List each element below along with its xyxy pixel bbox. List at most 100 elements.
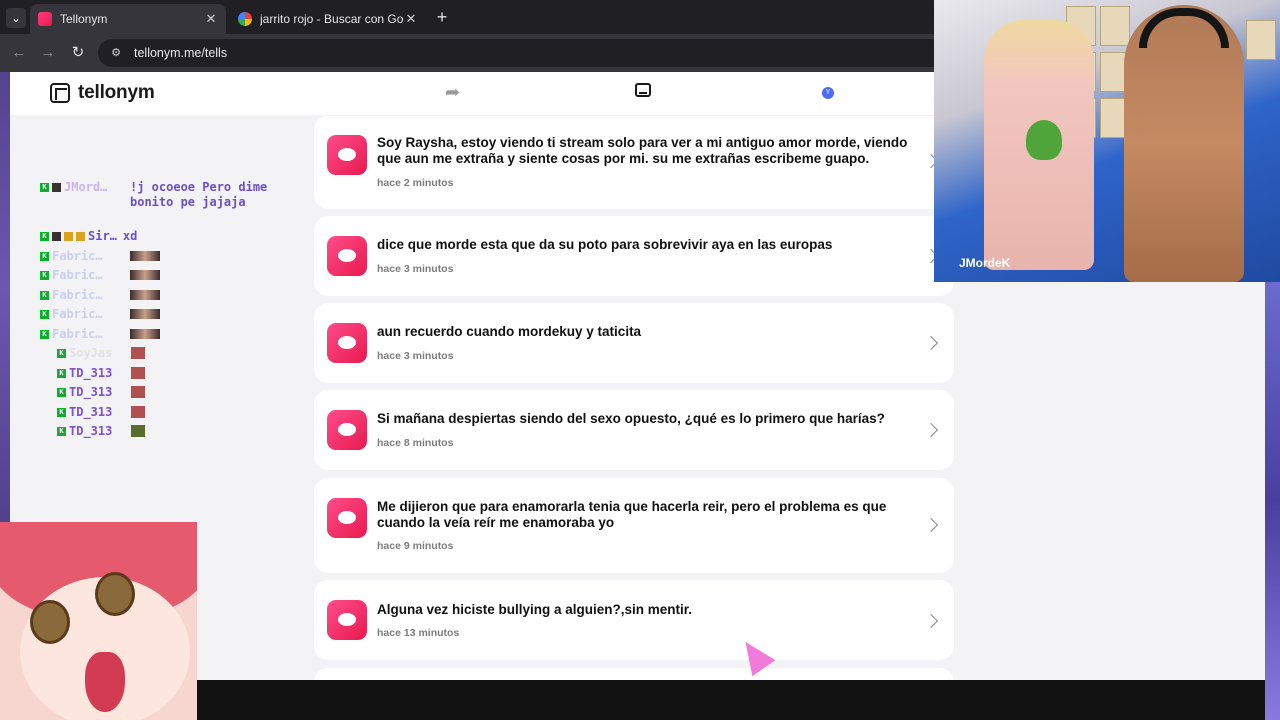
chat-username: Sir… <box>88 229 117 243</box>
tell-card[interactable]: aun recuerdo cuando mordekuy y taticita … <box>314 303 954 383</box>
reload-icon[interactable]: ↻ <box>67 42 89 64</box>
inbox-icon[interactable] <box>635 83 651 97</box>
kick-badge-icon: K <box>57 349 66 358</box>
chevron-right-icon <box>923 517 939 533</box>
tell-time: hace 8 minutos <box>377 437 454 449</box>
tell-card[interactable]: Soy Raysha, estoy viendo ti stream solo … <box>314 116 954 209</box>
emote-image <box>131 386 145 398</box>
tab-google-search[interactable]: jarrito rojo - Buscar con Google ✕ <box>230 4 426 34</box>
tell-card[interactable]: Me dijieron que para enamorarla tenia qu… <box>314 478 954 573</box>
character-eye <box>30 600 70 644</box>
gift-badge-icon <box>64 232 73 241</box>
webcam-overlay: JMordeK <box>934 0 1280 282</box>
url-text: tellonym.me/tells <box>134 46 228 60</box>
tell-text: Soy Raysha, estoy viendo ti stream solo … <box>377 135 908 166</box>
tell-bubble-icon <box>327 600 367 640</box>
wanted-poster <box>1100 6 1130 46</box>
tell-bubble-icon <box>327 236 367 276</box>
chat-message: K Fabric… <box>40 249 160 263</box>
subscriber-badge-icon <box>52 232 61 241</box>
close-icon[interactable]: ✕ <box>404 11 418 27</box>
chat-message: K TD_313 <box>57 405 145 419</box>
new-tab-button[interactable]: + <box>432 7 452 27</box>
logo-text: tellonym <box>78 82 155 103</box>
chat-message: K SoyJas <box>57 346 145 360</box>
chevron-right-icon <box>923 335 939 351</box>
vtuber-character-art <box>0 522 197 720</box>
chat-message: K Sir… xd <box>40 229 163 244</box>
kick-badge-icon: K <box>40 232 49 241</box>
tellonym-logo[interactable]: tellonym <box>50 82 155 104</box>
close-icon[interactable]: ✕ <box>204 11 218 27</box>
tell-time: hace 2 minutos <box>377 177 454 189</box>
kick-badge-icon: K <box>57 388 66 397</box>
kick-badge-icon: K <box>40 330 49 339</box>
chat-message: K Fabric… <box>40 288 160 302</box>
tell-card[interactable]: dice que morde esta que da su poto para … <box>314 216 954 296</box>
chevron-right-icon <box>923 422 939 438</box>
emote-image <box>131 406 145 418</box>
profile-avatar[interactable]: Y <box>822 87 834 99</box>
tell-time: hace 3 minutos <box>377 350 454 362</box>
chat-username: TD_313 <box>69 385 113 399</box>
chat-message: K Fabric… <box>40 307 160 321</box>
kick-badge-icon: K <box>40 310 49 319</box>
tell-text: dice que morde esta que da su poto para … <box>377 237 833 252</box>
tab-title: Tellonym <box>60 12 108 26</box>
chat-text: !j ocoeoe Pero dime bonito pe jajaja <box>130 180 268 209</box>
kick-badge-icon: K <box>57 427 66 436</box>
share-arrow-icon[interactable]: ➦ <box>445 82 460 103</box>
emote-image <box>130 309 160 319</box>
stream-bottom-bar <box>197 680 1265 720</box>
browser-tab-bar: ⌄ Tellonym ✕ jarrito rojo - Buscar con G… <box>0 0 934 34</box>
tell-text: Me dijieron que para enamorarla tenia qu… <box>377 499 887 530</box>
emote-image <box>131 367 145 379</box>
emote-image <box>131 347 145 359</box>
tell-text: Alguna vez hiciste bullying a alguien?,s… <box>377 602 693 617</box>
tell-time: hace 3 minutos <box>377 263 454 275</box>
back-arrow-icon[interactable]: ← <box>8 42 30 64</box>
chat-username: JMord… <box>64 180 108 194</box>
tell-time: hace 9 minutos <box>377 540 454 552</box>
stream-background-right <box>1265 282 1280 720</box>
app-header: tellonym ➦ Y <box>10 72 934 115</box>
chat-message: K Fabric… <box>40 268 160 282</box>
chat-message: K TD_313 <box>57 385 145 399</box>
forward-arrow-icon[interactable]: → <box>37 42 59 64</box>
tell-card[interactable]: Alguna vez hiciste bullying a alguien?,s… <box>314 580 954 660</box>
chat-username: TD_313 <box>69 366 113 380</box>
chat-username: Fabric… <box>52 249 103 263</box>
tell-text: aun recuerdo cuando mordekuy y taticita <box>377 324 642 339</box>
vip-badge-icon <box>76 232 85 241</box>
emote-image <box>130 329 160 339</box>
webcam-name-overlay: JMordeK <box>959 256 1011 270</box>
chat-username: SoyJas <box>69 346 113 360</box>
tell-bubble-icon <box>327 323 367 363</box>
site-settings-icon[interactable]: ⚙ <box>108 45 124 61</box>
chat-username: TD_313 <box>69 405 113 419</box>
tell-card[interactable]: Si mañana despiertas siendo del sexo opu… <box>314 390 954 470</box>
emote-image <box>130 290 160 300</box>
chat-username: Fabric… <box>52 288 103 302</box>
kick-badge-icon: K <box>57 369 66 378</box>
tab-search-button[interactable]: ⌄ <box>6 8 26 28</box>
tell-card[interactable] <box>314 668 954 680</box>
chat-message: K Fabric… <box>40 327 160 341</box>
tab-tellonym[interactable]: Tellonym ✕ <box>30 4 226 34</box>
chat-message: K JMord… !j ocoeoe Pero dime bonito pe j… <box>40 180 270 210</box>
chat-username: Fabric… <box>52 327 103 341</box>
chat-username: Fabric… <box>52 307 103 321</box>
kick-badge-icon: K <box>40 183 49 192</box>
kick-badge-icon: K <box>40 271 49 280</box>
chat-message: K TD_313 <box>57 424 145 438</box>
address-bar[interactable]: ⚙ tellonym.me/tells <box>98 39 934 67</box>
tell-time: hace 13 minutos <box>377 627 460 639</box>
kick-badge-icon: K <box>57 408 66 417</box>
chevron-right-icon <box>923 613 939 629</box>
tellonym-favicon-icon <box>38 12 52 26</box>
tell-bubble-icon <box>327 410 367 450</box>
character-eye <box>95 572 135 616</box>
google-favicon-icon <box>238 12 252 26</box>
tell-text: Si mañana despiertas siendo del sexo opu… <box>377 411 885 426</box>
kick-badge-icon: K <box>40 291 49 300</box>
